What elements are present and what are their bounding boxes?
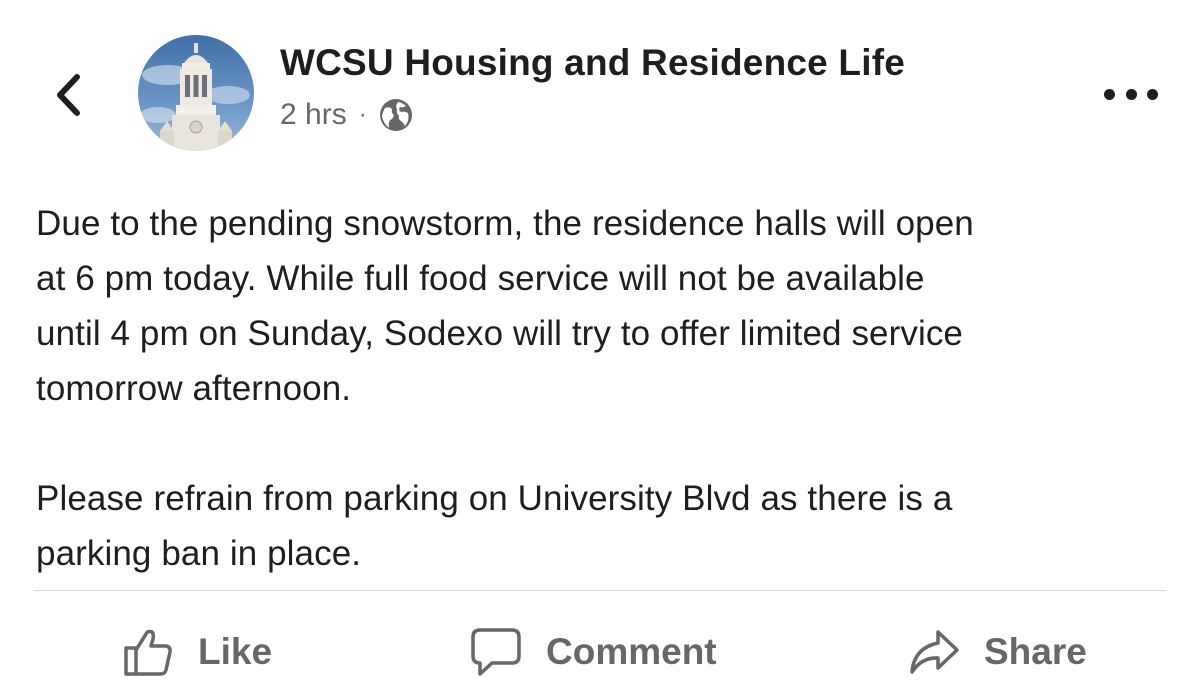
back-button[interactable] [48,70,88,120]
globe-icon [379,99,412,131]
divider [34,590,1166,591]
timestamp[interactable]: 2 hrs [280,98,347,132]
share-label: Share [984,631,1087,672]
thumbs-up-icon [124,629,172,676]
comment-label: Comment [546,631,717,672]
clock-tower-image [138,35,254,151]
like-button[interactable]: Like [122,622,272,682]
more-dots-icon [1104,88,1115,100]
like-label: Like [198,631,273,672]
share-button[interactable]: Share [908,622,1087,682]
post-card: WCSU Housing and Residence Life 2 hrs · … [0,0,1200,696]
avatar[interactable] [138,35,254,151]
chevron-left-icon [57,74,80,116]
post-paragraph: Please refrain from parking on Universit… [36,479,953,573]
meta-separator: · [358,101,367,128]
comment-bubble-icon [471,628,521,676]
post-paragraph: Due to the pending snowstorm, the reside… [36,204,974,408]
more-dot [1125,88,1137,100]
more-options-button[interactable] [1104,82,1158,106]
share-arrow-icon [910,630,959,674]
post-text: Due to the pending snowstorm, the reside… [36,196,1176,581]
more-dot [1147,88,1158,100]
author-name[interactable]: WCSU Housing and Residence Life [280,42,905,84]
comment-button[interactable]: Comment [470,622,717,682]
post-meta: 2 hrs · [280,98,413,132]
